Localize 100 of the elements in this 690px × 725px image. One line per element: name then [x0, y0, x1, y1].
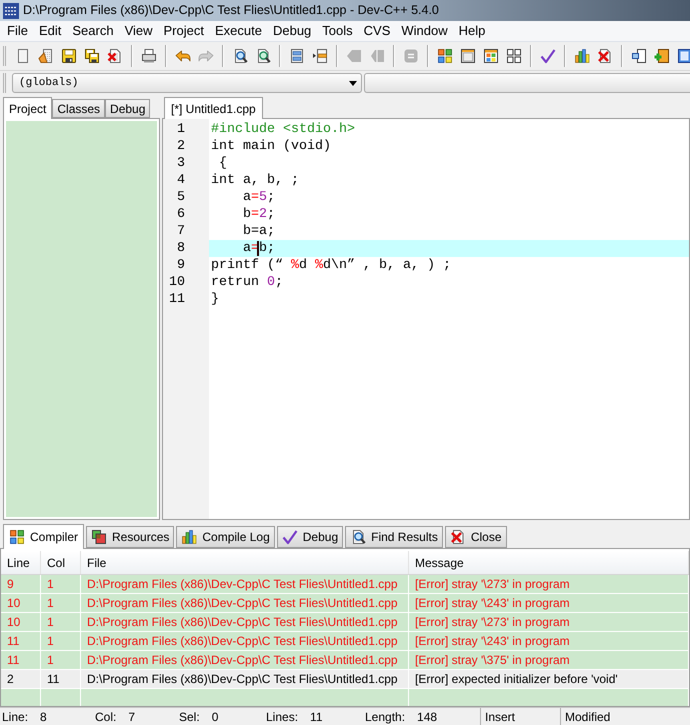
grid-icon[interactable]	[506, 48, 522, 64]
code-line: int main (void)	[211, 138, 331, 155]
page-icon[interactable]	[676, 48, 690, 64]
app-icon	[3, 2, 19, 18]
menu-item[interactable]: View	[124, 22, 153, 40]
output-tab[interactable]: Resources	[86, 526, 174, 548]
message-row[interactable]: 2 11 D:\Program Files (x86)\Dev-Cpp\C Test Flies\Untitled1.cpp [Error] expected initializer before 'void'	[1, 670, 689, 689]
bracket-page-icon[interactable]	[630, 48, 646, 64]
code-line: #include <stdio.h>	[211, 121, 355, 138]
line-number: 2	[177, 138, 185, 155]
stacked-bars-icon[interactable]	[288, 48, 304, 64]
column-header[interactable]: File	[81, 551, 409, 574]
modified-state-text: Modified	[565, 708, 610, 725]
window-icon[interactable]	[460, 48, 476, 64]
table-cell: 11	[1, 651, 41, 669]
line-number: 11	[169, 291, 185, 308]
page-plus-icon[interactable]	[654, 48, 670, 64]
menu-item[interactable]: File	[7, 22, 28, 40]
code-line: a=5;	[243, 189, 275, 206]
table-cell: 11	[1, 632, 41, 650]
overlapping-squares-icon	[91, 529, 108, 545]
status-value: 8	[40, 708, 47, 725]
menu-item[interactable]: Tools	[322, 22, 353, 40]
line-number: 6	[177, 206, 185, 223]
menu-item[interactable]: Search	[72, 22, 114, 40]
checkmark-icon[interactable]	[540, 48, 556, 64]
panel-tab[interactable]: Project	[3, 97, 52, 119]
table-cell: 1	[41, 613, 81, 631]
table-cell: 9	[1, 575, 41, 593]
checkmark-icon	[282, 529, 298, 545]
table-cell: D:\Program Files (x86)\Dev-Cpp\C Test Flies\Untitled1.cpp	[81, 651, 409, 669]
table-cell: [Error] stray '\273' in program	[409, 575, 689, 593]
line-number: 1	[177, 121, 185, 138]
status-label: Line:	[2, 708, 28, 725]
table-cell: 1	[41, 632, 81, 650]
status-label: Lines:	[266, 708, 298, 725]
scope-dropdown[interactable]: (globals)	[12, 73, 362, 93]
output-tab[interactable]: Find Results	[345, 526, 443, 548]
menu-item[interactable]: Help	[458, 22, 486, 40]
line-number: 5	[177, 189, 185, 206]
code-line: {	[219, 155, 227, 172]
printer-icon[interactable]	[140, 48, 156, 64]
table-cell: 2	[1, 670, 41, 688]
code-line: int a, b, ;	[211, 172, 299, 189]
code-line: b=2;	[243, 206, 275, 223]
page-x-icon[interactable]	[596, 48, 612, 64]
dropdown-field[interactable]	[364, 73, 690, 93]
output-tab[interactable]: Debug	[276, 526, 344, 548]
window-title: D:\Program Files (x86)\Dev-Cpp\C Test Flies\Untitled1.cpp - Dev-C++ 5.4.0	[23, 2, 439, 19]
table-cell: D:\Program Files (x86)\Dev-Cpp\C Test Flies\Untitled1.cpp	[81, 613, 409, 631]
menu-item[interactable]: CVS	[364, 22, 390, 40]
bar-chart-icon[interactable]	[574, 48, 590, 64]
menu-item[interactable]: Execute	[214, 22, 262, 40]
code-line: b=a;	[243, 223, 275, 240]
four-squares-icon	[9, 529, 25, 545]
line-number: 9	[177, 257, 185, 274]
status-label: Col:	[95, 708, 116, 725]
bar-chart-icon	[181, 529, 198, 545]
menu-item[interactable]: Window	[401, 22, 448, 40]
panel-tab[interactable]: Debug	[105, 99, 150, 118]
panel-tab[interactable]: Classes	[52, 99, 106, 118]
page-x-icon[interactable]	[106, 48, 122, 64]
output-tab[interactable]: Compiler	[3, 524, 84, 549]
table-cell: 11	[41, 670, 81, 688]
floppy-disks-icon[interactable]	[84, 48, 100, 64]
table-cell: 1	[41, 594, 81, 612]
table-cell: 1	[41, 575, 81, 593]
table-cell: D:\Program Files (x86)\Dev-Cpp\C Test Flies\Untitled1.cpp	[81, 670, 409, 688]
four-squares-icon[interactable]	[436, 48, 452, 64]
table-cell: [Error] stray '\273' in program	[409, 613, 689, 631]
window-squares-icon[interactable]	[482, 48, 498, 64]
line-number: 3	[177, 155, 185, 172]
code-line: retrun 0;	[211, 274, 283, 291]
line-number: 10	[169, 274, 185, 291]
column-header[interactable]: Message	[409, 551, 689, 574]
code-line: }	[211, 291, 219, 308]
insert-mode-text: Insert	[485, 708, 516, 725]
file-tab[interactable]: [*] Untitled1.cpp	[164, 97, 263, 119]
output-tab[interactable]: Compile Log	[176, 526, 275, 548]
column-header[interactable]: Col	[41, 551, 81, 574]
left-arrow-icon[interactable]	[174, 48, 190, 64]
line-number: 8	[177, 240, 185, 257]
menu-item[interactable]: Debug	[272, 22, 312, 40]
table-cell: 10	[1, 594, 41, 612]
page-wedge-icon[interactable]	[38, 48, 54, 64]
table-cell: [Error] stray '\375' in program	[409, 651, 689, 669]
menu-item[interactable]: Project	[164, 22, 204, 40]
status-value: 148	[417, 708, 438, 725]
status-value: 0	[212, 708, 218, 725]
bar-arrow-icon[interactable]	[312, 48, 328, 64]
table-cell: 1	[41, 651, 81, 669]
status-value: 11	[310, 708, 322, 725]
column-header[interactable]: Line	[1, 551, 41, 574]
page-x-icon	[450, 529, 466, 545]
menu-item[interactable]: Edit	[38, 22, 62, 40]
table-cell: [Error] expected initializer before 'void'	[409, 670, 689, 688]
line-number: 4	[177, 172, 185, 189]
table-cell: D:\Program Files (x86)\Dev-Cpp\C Test Flies\Untitled1.cpp	[81, 632, 409, 650]
output-tab[interactable]: Close	[444, 526, 507, 548]
code-line: printf (“ %d %d\n” , b, a, ) ;	[211, 257, 451, 274]
